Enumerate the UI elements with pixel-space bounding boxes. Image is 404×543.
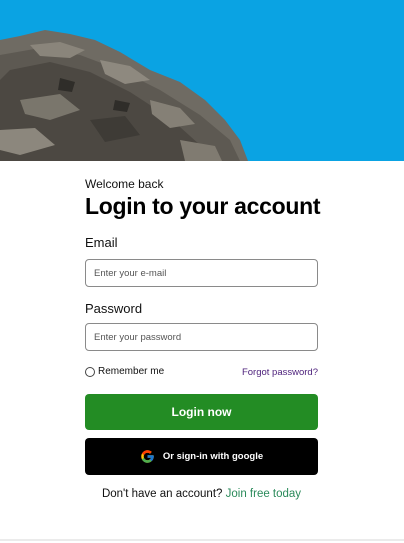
welcome-text: Welcome back [85,177,164,191]
signup-prompt-text: Don't have an account? [101,488,223,500]
join-free-link[interactable]: Join free today [226,488,301,500]
rock-cliff-photo [0,0,404,161]
header-image [0,0,404,161]
password-field[interactable] [85,323,318,351]
bottom-divider [0,539,404,541]
remember-me-radio[interactable] [85,366,95,377]
login-button-label: Login now [171,405,232,419]
google-g-icon [141,450,154,463]
remember-me-label: Remember me [98,366,165,377]
login-button[interactable]: Login now [85,394,318,430]
email-label: Email [85,235,118,250]
page-title: Login to your account [85,193,321,219]
forgot-password-link[interactable]: Forgot password? [242,367,318,378]
password-label: Password [85,301,143,316]
google-signin-button[interactable]: Or sign-in with google [85,438,318,475]
email-field[interactable] [85,259,318,287]
signup-prompt: Don't have an account? Join free today [85,488,318,500]
remember-me[interactable]: Remember me [85,366,164,377]
google-button-label: Or sign-in with google [162,451,264,462]
